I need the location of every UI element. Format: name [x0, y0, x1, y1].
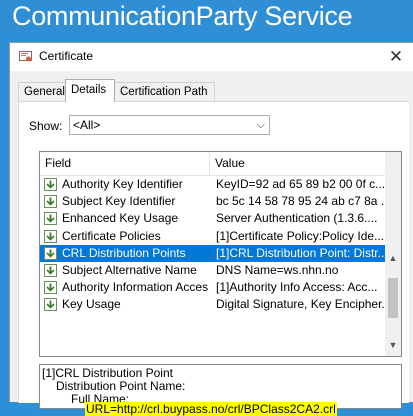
scroll-down-arrow-icon[interactable]: ▼ [385, 337, 401, 354]
table-row[interactable]: Subject Alternative Name DNS Name=ws.nhn.… [40, 262, 385, 279]
row-field: Key Usage [62, 297, 121, 312]
field-icon [44, 178, 57, 191]
row-field: Enhanced Key Usage [62, 211, 179, 226]
chevron-down-icon: ⌵ [256, 119, 265, 131]
table-row[interactable]: Authority Information Access [1]Authority… [40, 279, 385, 296]
row-field: Certificate Policies [62, 228, 161, 243]
tab-details[interactable]: Details [65, 79, 115, 102]
show-dropdown-value: <All> [73, 118, 101, 132]
field-icon [44, 212, 57, 226]
row-value: DNS Name=ws.nhn.no [216, 263, 339, 277]
row-field: Subject Alternative Name [62, 263, 197, 277]
field-icon [44, 229, 57, 243]
tab-certification-path[interactable]: Certification Path [114, 82, 215, 101]
tab-strip: General Details Certification Path [18, 79, 408, 102]
row-value: [1]CRL Distribution Point: Distr... [216, 245, 384, 260]
table-row[interactable]: Subject Key Identifier bc 5c 14 58 78 95 … [40, 193, 385, 210]
column-header-value[interactable]: Value [210, 152, 385, 175]
banner-title: CommunicationParty Service [12, 1, 353, 31]
row-value: Server Authentication (1.3.6.... [216, 211, 378, 226]
fields-list[interactable]: Field Value Authority Key Identifier KeyI… [39, 151, 402, 357]
field-icon [44, 264, 57, 277]
field-icon [44, 246, 57, 260]
detail-url-line: URL=http://crl.buypass.no/crl/BPClass2CA… [85, 402, 337, 416]
details-panel: Show: <All> ⌵ Field Value Authority Key … [18, 101, 409, 416]
table-row[interactable]: Enhanced Key Usage Server Authentication … [40, 210, 385, 227]
crl-url: URL=http://crl.buypass.no/crl/BPClass2CA… [85, 402, 337, 416]
row-value: bc 5c 14 58 78 95 24 ab c7 8a ... [216, 194, 384, 209]
banner: CommunicationParty Service [0, 0, 413, 36]
field-icon [44, 298, 57, 312]
table-row[interactable]: Authority Key Identifier KeyID=92 ad 65 8… [40, 176, 385, 193]
show-dropdown[interactable]: <All> ⌵ [69, 115, 270, 135]
close-button[interactable]: ✕ [382, 45, 410, 69]
show-label: Show: [29, 119, 63, 133]
field-icon [44, 195, 57, 209]
row-value: [1]Authority Info Access: Acc... [216, 280, 378, 295]
dialog-titlebar: Certificate ✕ [10, 43, 413, 71]
row-field: Subject Key Identifier [62, 194, 176, 209]
dialog-title: Certificate [39, 49, 94, 63]
detail-line: Distribution Point Name: [56, 379, 186, 393]
row-value: Digital Signature, Key Encipher... [216, 297, 384, 312]
table-row[interactable]: Key Usage Digital Signature, Key Encipher… [40, 296, 385, 313]
row-value: KeyID=92 ad 65 89 b2 00 0f c... [216, 177, 384, 191]
scroll-thumb[interactable] [388, 278, 398, 318]
detail-line: [1]CRL Distribution Point [42, 366, 173, 380]
row-field: Authority Information Access [62, 280, 208, 295]
certificate-icon [19, 51, 32, 62]
vertical-scrollbar[interactable]: ▲ ▼ [385, 152, 401, 356]
row-field: CRL Distribution Points [62, 245, 186, 260]
scroll-up-arrow-icon[interactable]: ▲ [385, 250, 401, 267]
row-field: Authority Key Identifier [62, 177, 183, 191]
table-row[interactable]: CRL Distribution Points [1]CRL Distributi… [40, 244, 385, 262]
column-header-field[interactable]: Field [40, 152, 210, 175]
certificate-dialog: Certificate ✕ General Details Certificat… [9, 42, 413, 416]
row-value: [1]Certificate Policy:Policy Ide... [216, 228, 384, 243]
list-header: Field Value [40, 152, 385, 176]
table-row[interactable]: Certificate Policies [1]Certificate Polic… [40, 228, 385, 245]
tab-general[interactable]: General [18, 82, 66, 101]
field-icon [44, 281, 57, 295]
